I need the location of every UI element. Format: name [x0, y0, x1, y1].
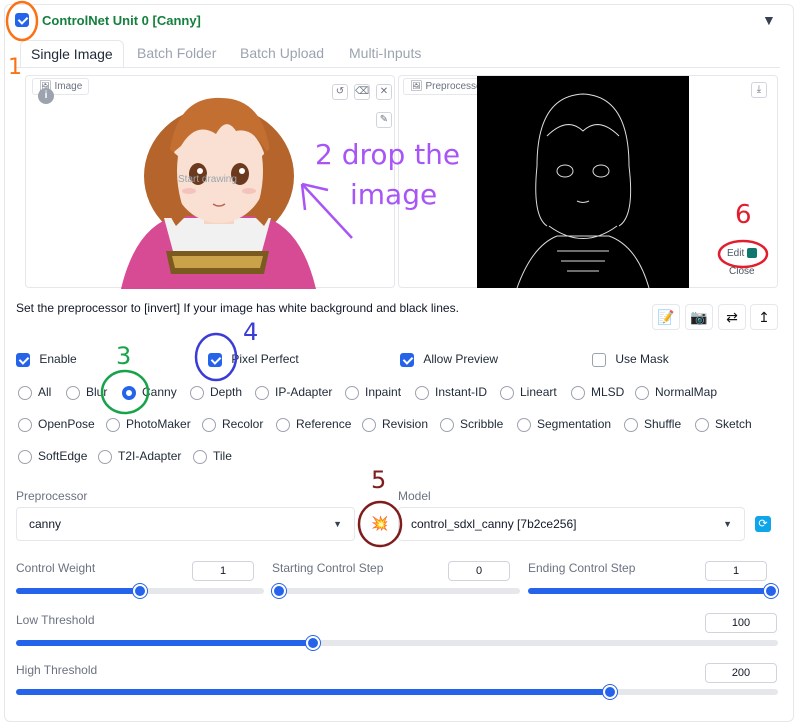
preprocessor-select[interactable]: canny ▼	[16, 507, 355, 541]
enable-checkbox[interactable]: Enable	[16, 352, 77, 367]
close-icon[interactable]: ✕	[376, 84, 392, 100]
starting-step-slider[interactable]	[272, 584, 520, 598]
refresh-icon[interactable]: ⟳	[755, 516, 771, 532]
annotation-number-1: 1	[8, 55, 22, 80]
image-icon: 🖼	[410, 81, 423, 92]
radio-reference[interactable]: Reference	[276, 415, 351, 433]
image-input-dropzone[interactable]: 🖼 Image i Start drawing ↺ ⌫ ✕ ✎	[25, 75, 395, 289]
radio-inpaint[interactable]: Inpaint	[345, 383, 401, 401]
radio-recolor[interactable]: Recolor	[202, 415, 263, 433]
low-threshold-input[interactable]: 100	[705, 613, 777, 633]
radio-canny[interactable]: Canny	[122, 383, 177, 401]
high-threshold-label: High Threshold	[16, 663, 98, 677]
radio-shuffle[interactable]: Shuffle	[624, 415, 681, 433]
radio-normalmap[interactable]: NormalMap	[635, 383, 717, 401]
pixel-perfect-checkbox[interactable]: Pixel Perfect	[208, 352, 299, 367]
radio-photomaker[interactable]: PhotoMaker	[106, 415, 191, 433]
starting-step-label: Starting Control Step	[272, 561, 384, 575]
model-label: Model	[398, 489, 431, 503]
low-threshold-slider[interactable]	[16, 636, 778, 650]
send-icon[interactable]: ↥	[750, 304, 778, 330]
radio-instant-id[interactable]: Instant-ID	[415, 383, 487, 401]
high-threshold-slider[interactable]	[16, 685, 778, 699]
slider-handle[interactable]	[272, 584, 286, 598]
model-select[interactable]: control_sdxl_canny [7b2ce256] ▼	[398, 507, 745, 541]
chevron-down-icon: ▼	[333, 519, 342, 529]
info-icon[interactable]: i	[38, 88, 54, 104]
radio-all[interactable]: All	[18, 383, 51, 401]
radio-sketch[interactable]: Sketch	[695, 415, 752, 433]
notes-icon[interactable]: 📝	[652, 304, 680, 330]
control-weight-label: Control Weight	[16, 561, 96, 575]
eraser-icon[interactable]: ⌫	[354, 84, 370, 100]
radio-softedge[interactable]: SoftEdge	[18, 447, 87, 465]
edit-button[interactable]: Edit	[727, 248, 758, 259]
unit-enable-checkbox[interactable]	[15, 13, 29, 30]
low-threshold-label: Low Threshold	[16, 613, 95, 627]
starting-step-input[interactable]: 0	[448, 561, 510, 581]
slider-handle[interactable]	[133, 584, 147, 598]
edit-icon	[747, 248, 758, 259]
annotation-number-4: 4	[243, 318, 259, 346]
annotation-number-3: 3	[116, 342, 132, 370]
unit-title: ControlNet Unit 0 [Canny]	[42, 13, 201, 28]
radio-ip-adapter[interactable]: IP-Adapter	[255, 383, 332, 401]
canny-preview-image	[477, 76, 689, 289]
tab-batch-folder[interactable]: Batch Folder	[127, 40, 226, 68]
annotation-text-2b: image	[350, 178, 438, 211]
tab-single-image[interactable]: Single Image	[20, 40, 124, 68]
radio-t2i-adapter[interactable]: T2I-Adapter	[98, 447, 181, 465]
preprocessor-note: Set the preprocessor to [invert] If your…	[16, 301, 459, 315]
download-icon[interactable]: ⤓	[751, 82, 767, 98]
annotation-number-6: 6	[735, 200, 752, 230]
use-mask-checkbox[interactable]: Use Mask	[592, 352, 669, 367]
ending-step-input[interactable]: 1	[705, 561, 767, 581]
radio-segmentation[interactable]: Segmentation	[517, 415, 611, 433]
allow-preview-checkbox[interactable]: Allow Preview	[400, 352, 498, 367]
ending-step-label: Ending Control Step	[528, 561, 636, 575]
close-preview-button[interactable]: Close	[729, 266, 755, 277]
control-weight-slider[interactable]	[16, 584, 264, 598]
chevron-down-icon: ▼	[723, 519, 732, 529]
radio-tile[interactable]: Tile	[193, 447, 232, 465]
tab-batch-upload[interactable]: Batch Upload	[230, 40, 334, 68]
tab-multi-inputs[interactable]: Multi-Inputs	[339, 40, 431, 68]
preprocessor-preview-panel: 🖼 Preprocessor Preview ⤓ Edit Close	[398, 75, 778, 289]
brush-icon[interactable]: ✎	[376, 112, 392, 128]
radio-openpose[interactable]: OpenPose	[18, 415, 95, 433]
control-weight-input[interactable]: 1	[192, 561, 254, 581]
slider-handle[interactable]	[764, 584, 778, 598]
radio-depth[interactable]: Depth	[190, 383, 242, 401]
radio-blur[interactable]: Blur	[66, 383, 107, 401]
radio-revision[interactable]: Revision	[362, 415, 428, 433]
camera-icon[interactable]: 📷	[685, 304, 713, 330]
radio-scribble[interactable]: Scribble	[440, 415, 503, 433]
annotation-number-5: 5	[371, 466, 387, 494]
radio-mlsd[interactable]: MLSD	[571, 383, 624, 401]
explosion-icon[interactable]: 💥	[371, 514, 389, 532]
preprocessor-label: Preprocessor	[16, 489, 88, 503]
start-drawing-text: Start drawing	[178, 174, 237, 185]
radio-lineart[interactable]: Lineart	[500, 383, 557, 401]
canny-edges-image	[516, 93, 650, 289]
tab-divider	[14, 67, 780, 68]
triangle-down-icon[interactable]: ▼	[762, 12, 776, 28]
ending-step-slider[interactable]	[528, 584, 778, 598]
annotation-text-2: 2 drop the	[315, 138, 461, 171]
swap-icon[interactable]: ⇄	[718, 304, 746, 330]
undo-icon[interactable]: ↺	[332, 84, 348, 100]
high-threshold-input[interactable]: 200	[705, 663, 777, 683]
